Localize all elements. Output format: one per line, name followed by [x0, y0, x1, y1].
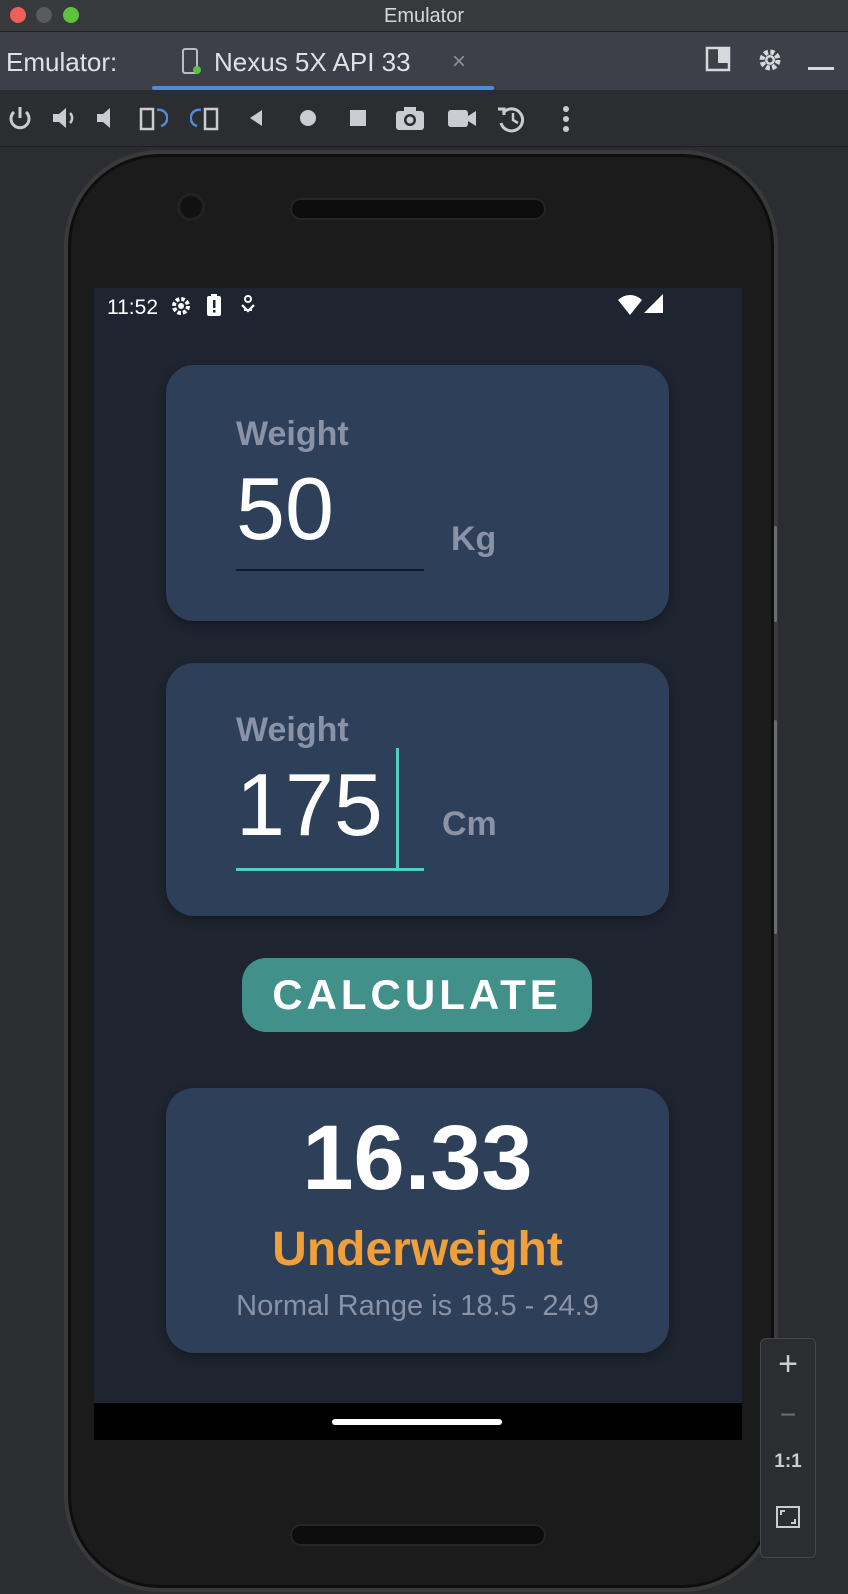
height-label: Weight	[236, 711, 349, 749]
snapshot-icon[interactable]	[496, 104, 526, 134]
layout-icon[interactable]	[705, 46, 731, 77]
rotate-right-icon[interactable]	[189, 104, 220, 134]
zoom-panel: + − 1:1	[760, 1338, 816, 1558]
settings-status-icon	[170, 295, 192, 322]
bmi-value: 16.33	[302, 1107, 533, 1209]
volume-up-icon[interactable]	[50, 104, 80, 134]
tab-label: Nexus 5X API 33	[214, 47, 411, 77]
emulator-toolbar	[0, 92, 848, 147]
minimize-panel-icon[interactable]	[808, 58, 834, 76]
bmi-category: Underweight	[272, 1223, 563, 1276]
text-cursor	[396, 748, 399, 868]
zoom-in-button[interactable]: +	[761, 1345, 815, 1384]
top-speaker	[290, 198, 546, 220]
height-input-underline	[236, 868, 424, 871]
device-screen: 11:52 Weight 50 Kg Weight 175 Cm CALCULA…	[94, 288, 742, 1440]
result-card: 16.33 Underweight Normal Range is 18.5 -…	[166, 1088, 669, 1353]
zoom-out-button[interactable]: −	[761, 1399, 815, 1431]
weight-card: Weight 50 Kg	[166, 365, 669, 621]
height-unit: Cm	[442, 805, 497, 843]
emulator-label: Emulator:	[6, 47, 118, 77]
more-icon[interactable]	[560, 104, 590, 134]
weight-label: Weight	[236, 415, 349, 453]
calculate-button[interactable]: CALCULATE	[242, 958, 592, 1032]
wifi-icon	[618, 294, 642, 321]
normal-range-text: Normal Range is 18.5 - 24.9	[236, 1290, 599, 1322]
actual-size-button[interactable]: 1:1	[761, 1451, 815, 1473]
rotate-left-icon[interactable]	[138, 104, 169, 134]
front-camera	[180, 196, 202, 218]
settings-icon[interactable]	[756, 46, 784, 79]
window-titlebar: Emulator	[0, 0, 848, 32]
signal-icon	[644, 294, 664, 319]
fit-screen-icon[interactable]	[761, 1505, 815, 1534]
volume-button[interactable]	[774, 526, 777, 622]
emulator-tab-bar: Emulator: Nexus 5X API 33 ×	[0, 32, 848, 90]
navigation-bar	[94, 1403, 742, 1440]
height-card: Weight 175 Cm	[166, 663, 669, 916]
tab-close-icon[interactable]: ×	[452, 48, 466, 76]
back-icon[interactable]	[244, 104, 274, 134]
home-gesture-pill[interactable]	[332, 1419, 502, 1425]
tab-nexus-5x[interactable]: Nexus 5X API 33 ×	[152, 32, 494, 90]
battery-alert-icon	[206, 293, 222, 322]
power-button-side[interactable]	[774, 720, 777, 934]
volume-down-icon[interactable]	[94, 104, 124, 134]
device-icon	[180, 48, 202, 81]
power-icon[interactable]	[6, 104, 36, 134]
active-tab-indicator	[152, 86, 494, 90]
window-title: Emulator	[383, 5, 465, 27]
weight-unit: Kg	[451, 520, 497, 558]
bottom-speaker	[290, 1524, 546, 1546]
weight-input-underline	[236, 569, 424, 571]
notification-icon	[240, 294, 256, 321]
record-icon[interactable]	[446, 104, 476, 134]
weight-input[interactable]: 50	[236, 465, 334, 553]
height-input[interactable]: 175	[236, 761, 383, 849]
status-bar: 11:52	[94, 288, 742, 328]
overview-icon[interactable]	[346, 104, 376, 134]
status-time: 11:52	[107, 296, 158, 319]
screenshot-icon[interactable]	[394, 104, 424, 134]
home-icon[interactable]	[296, 104, 326, 134]
